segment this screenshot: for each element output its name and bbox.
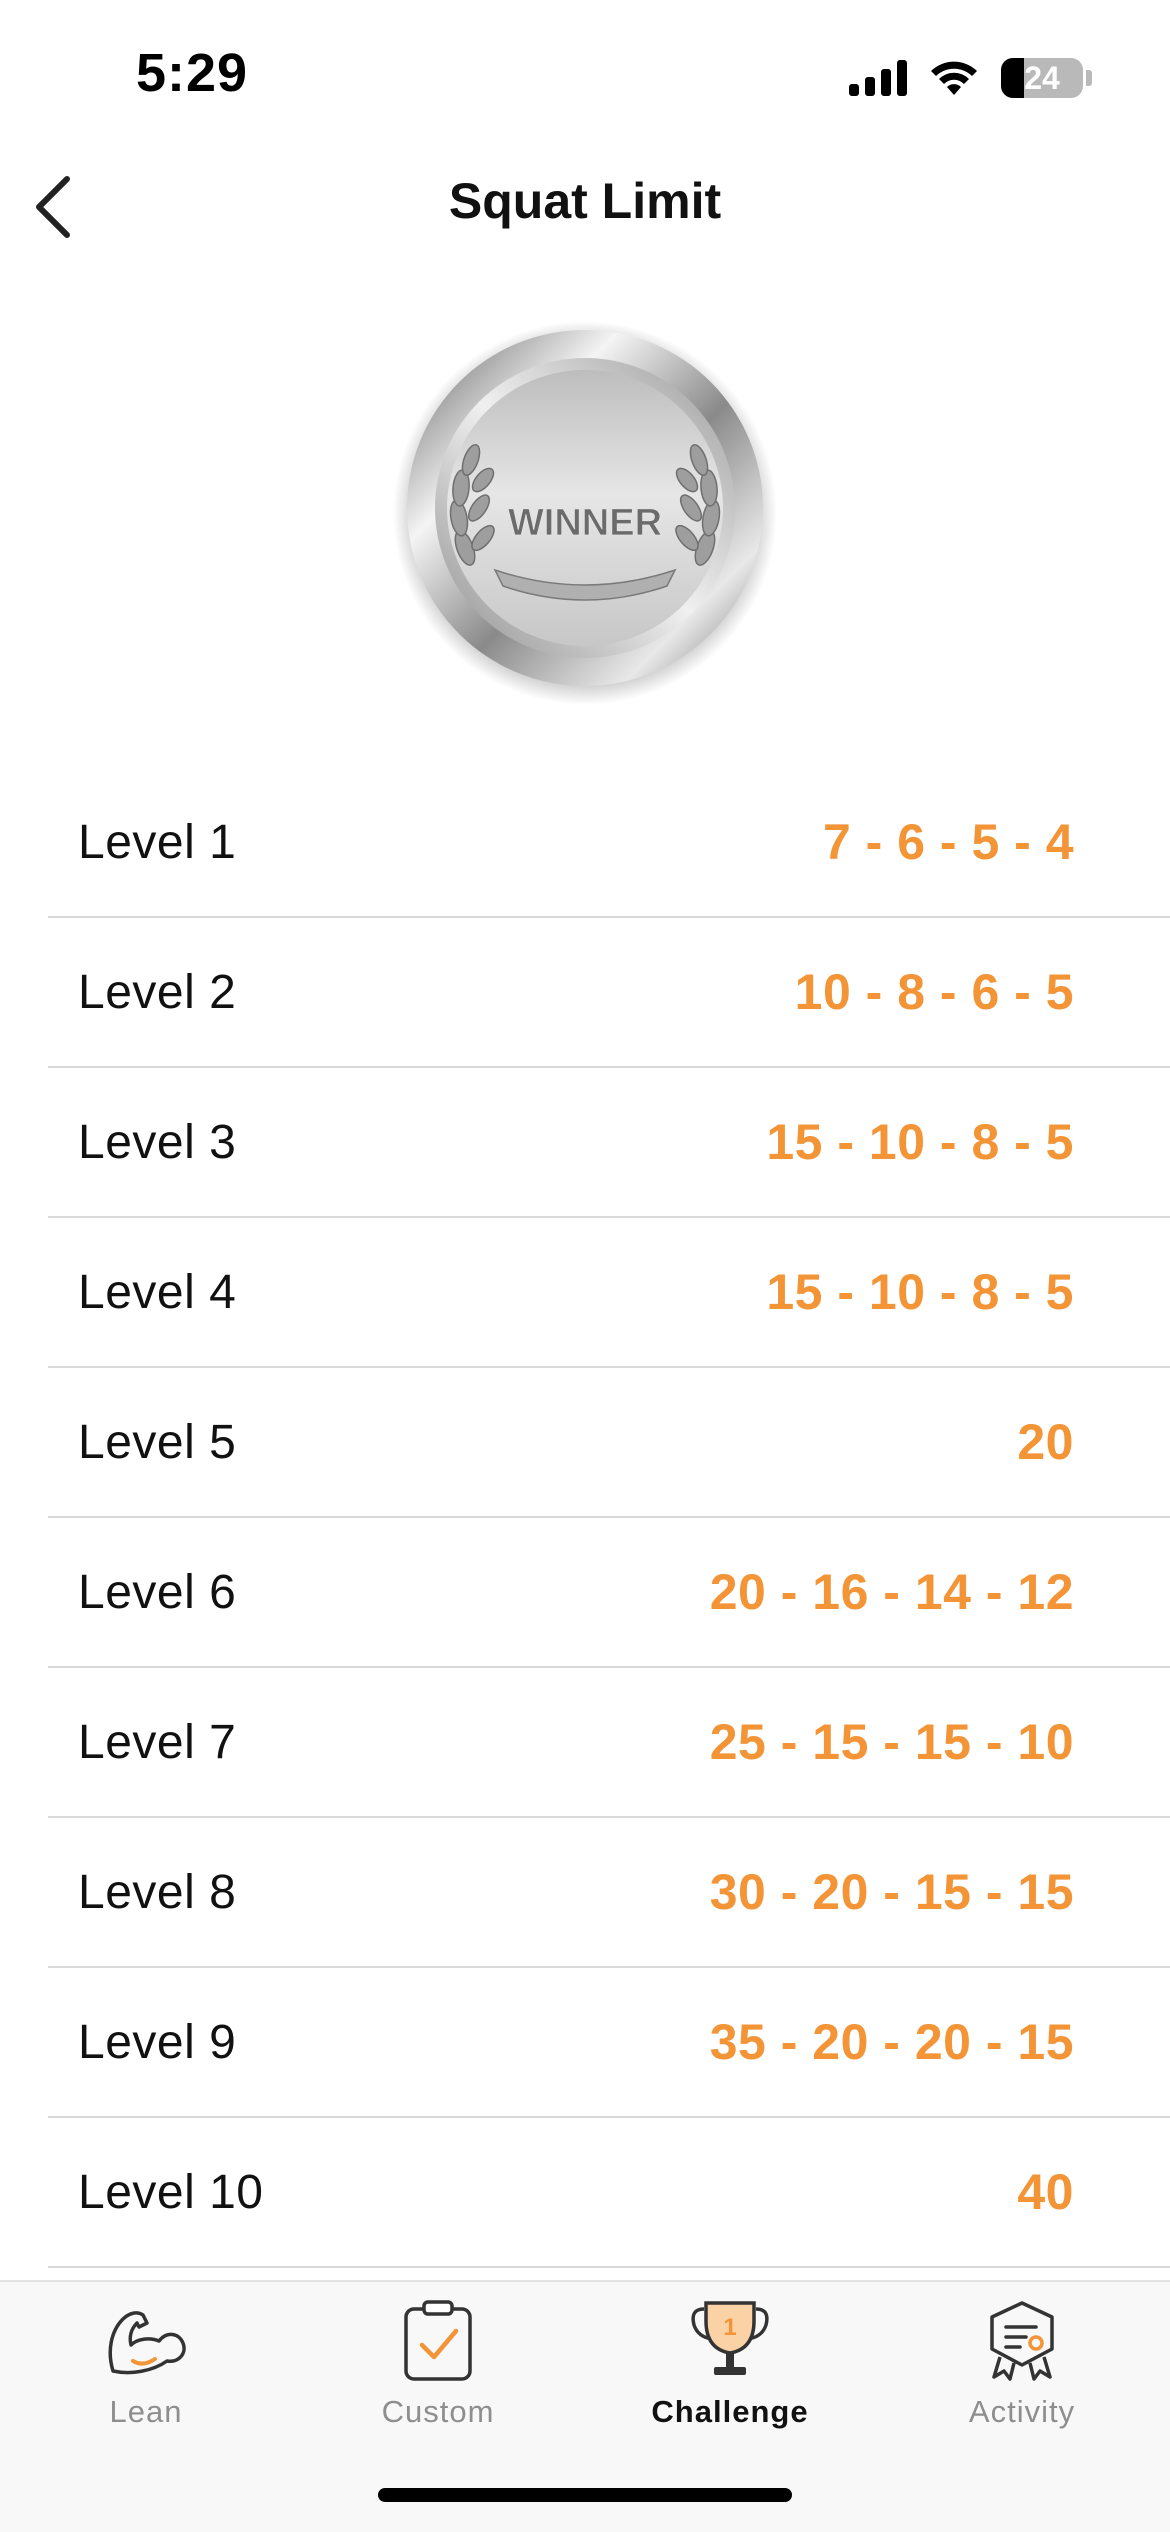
level-row[interactable]: Level 7 25 - 15 - 15 - 10 <box>48 1668 1170 1818</box>
level-reps: 25 - 15 - 15 - 10 <box>709 1714 1074 1770</box>
level-row[interactable]: Level 8 30 - 20 - 15 - 15 <box>48 1818 1170 1968</box>
level-name: Level 5 <box>78 1415 237 1469</box>
app-screen: 5:29 24 Squat Limit WINNER Level 1 7 - 6… <box>0 0 1170 2532</box>
battery-icon: 24 <box>1001 58 1083 98</box>
level-name: Level 6 <box>78 1565 237 1619</box>
level-name: Level 9 <box>78 2015 237 2069</box>
tab-label: Custom <box>381 2394 495 2429</box>
levels-list: Level 1 7 - 6 - 5 - 4 Level 2 10 - 8 - 6 - … <box>48 768 1170 2268</box>
silver-medal-icon: WINNER <box>393 321 777 705</box>
trophy-icon: 1 <box>685 2296 775 2386</box>
level-name: Level 10 <box>78 2165 264 2219</box>
home-indicator[interactable] <box>378 2488 792 2502</box>
status-icons: 24 <box>849 54 1092 102</box>
level-name: Level 3 <box>78 1115 237 1169</box>
tab-challenge[interactable]: 1 Challenge <box>584 2296 876 2446</box>
level-name: Level 4 <box>78 1265 237 1319</box>
status-bar: 5:29 24 <box>0 0 1170 150</box>
flexed-arm-icon <box>101 2296 191 2386</box>
level-row[interactable]: Level 6 20 - 16 - 14 - 12 <box>48 1518 1170 1668</box>
tab-label: Challenge <box>651 2394 809 2429</box>
level-reps: 10 - 8 - 6 - 5 <box>794 964 1074 1020</box>
level-reps: 15 - 10 - 8 - 5 <box>766 1264 1074 1320</box>
level-reps: 15 - 10 - 8 - 5 <box>766 1114 1074 1170</box>
level-row[interactable]: Level 4 15 - 10 - 8 - 5 <box>48 1218 1170 1368</box>
medal-text: WINNER <box>508 502 662 544</box>
navigation-bar: Squat Limit <box>0 150 1170 265</box>
level-reps: 20 <box>1017 1414 1074 1470</box>
clipboard-check-icon <box>393 2296 483 2386</box>
level-row[interactable]: Level 3 15 - 10 - 8 - 5 <box>48 1068 1170 1218</box>
tab-label: Activity <box>968 2394 1076 2429</box>
level-name: Level 8 <box>78 1865 237 1919</box>
level-name: Level 1 <box>78 815 237 869</box>
level-row[interactable]: Level 2 10 - 8 - 6 - 5 <box>48 918 1170 1068</box>
level-reps: 40 <box>1017 2164 1074 2220</box>
wifi-icon <box>931 61 977 95</box>
level-name: Level 2 <box>78 965 237 1019</box>
level-reps: 20 - 16 - 14 - 12 <box>709 1564 1074 1620</box>
medal-container: WINNER <box>0 318 1170 708</box>
level-name: Level 7 <box>78 1715 237 1769</box>
tab-custom[interactable]: Custom <box>292 2296 584 2446</box>
trophy-badge-number: 1 <box>723 2314 736 2341</box>
level-reps: 30 - 20 - 15 - 15 <box>709 1864 1074 1920</box>
signal-icon <box>849 60 907 96</box>
level-row[interactable]: Level 9 35 - 20 - 20 - 15 <box>48 1968 1170 2118</box>
level-row[interactable]: Level 5 20 <box>48 1368 1170 1518</box>
battery-percent: 24 <box>1024 59 1060 96</box>
page-title: Squat Limit <box>448 173 722 229</box>
status-time: 5:29 <box>136 43 249 103</box>
level-reps: 7 - 6 - 5 - 4 <box>822 814 1074 870</box>
level-row[interactable]: Level 10 40 <box>48 2118 1170 2268</box>
tab-lean[interactable]: Lean <box>0 2296 292 2446</box>
tab-label: Lean <box>109 2394 183 2429</box>
level-row[interactable]: Level 1 7 - 6 - 5 - 4 <box>48 768 1170 918</box>
certificate-badge-icon <box>977 2296 1067 2386</box>
level-reps: 35 - 20 - 20 - 15 <box>709 2014 1074 2070</box>
tab-activity[interactable]: Activity <box>876 2296 1168 2446</box>
